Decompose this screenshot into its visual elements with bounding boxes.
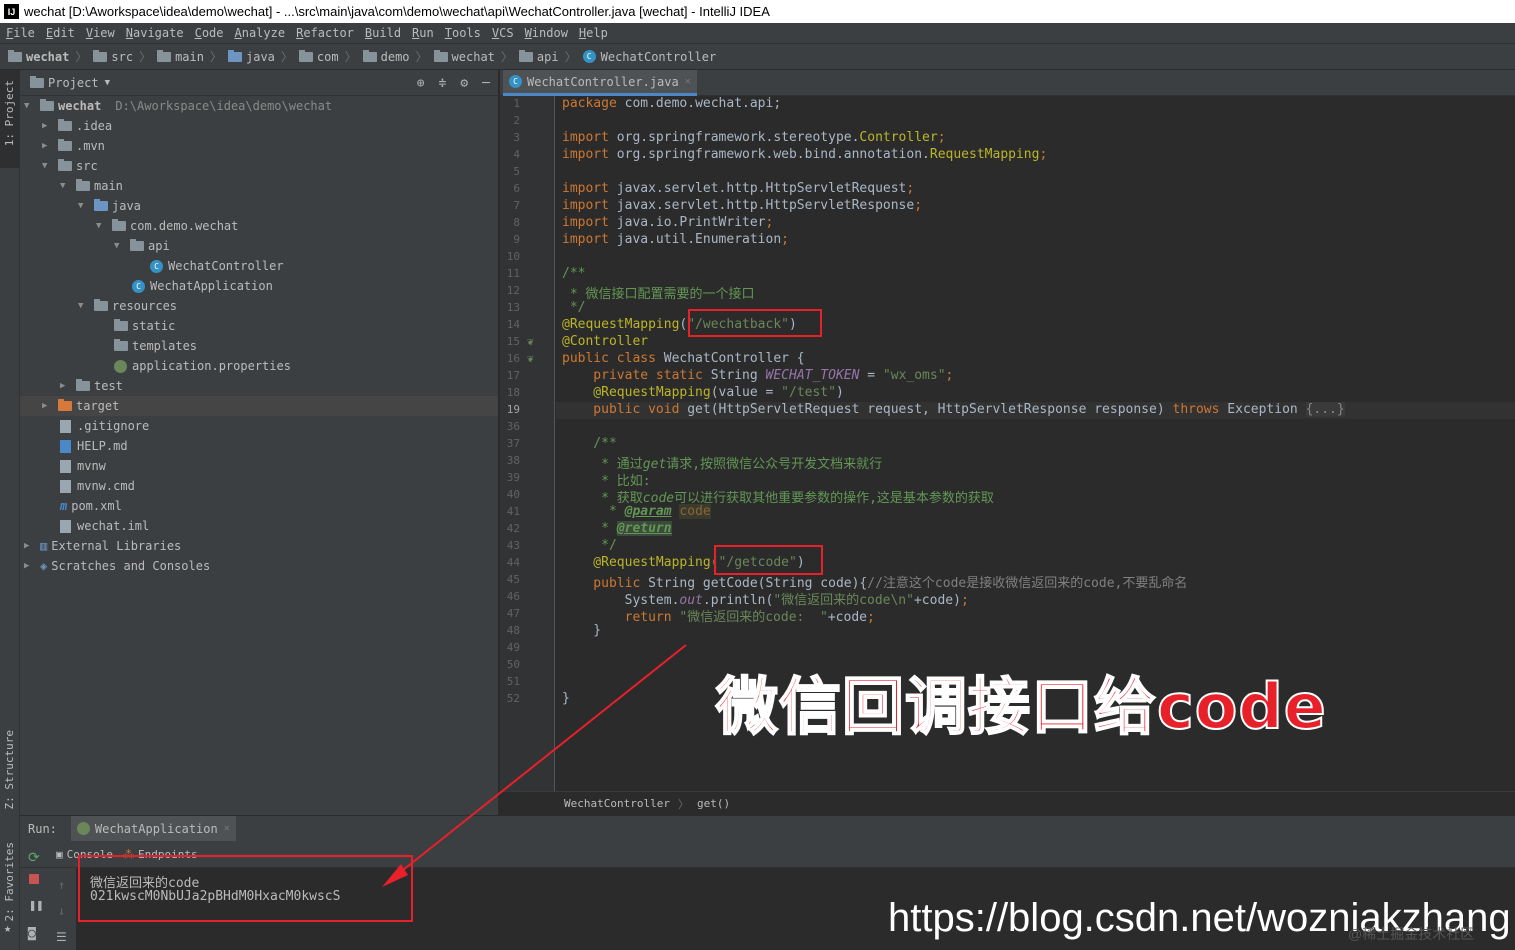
annotation-arrow <box>382 644 687 887</box>
watermark-faint: @稀土掘金技术社区 <box>1348 926 1475 942</box>
annotation-caption: 微信回调接口给code <box>715 669 1327 744</box>
